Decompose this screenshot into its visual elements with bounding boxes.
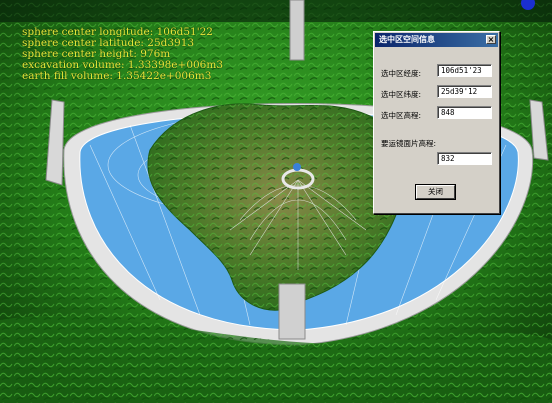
dialog-titlebar[interactable]: 选中区空间信息 × <box>375 33 498 47</box>
close-button[interactable]: 关闭 <box>416 185 455 199</box>
selection-info-dialog: 选中区空间信息 × 选中区经度: 106d51'23 选中区纬度: 25d39'… <box>373 31 500 214</box>
dialog-title: 选中区空间信息 <box>379 35 435 44</box>
longitude-label: 选中区经度: <box>381 69 422 78</box>
close-icon[interactable]: × <box>486 35 496 44</box>
tower-top <box>289 0 305 61</box>
readout-fill: earth fill volume: 1.35422e+006m3 <box>22 70 212 82</box>
latitude-label: 选中区纬度: <box>381 90 422 99</box>
mirror-height-field[interactable]: 832 <box>437 152 492 165</box>
height-label: 选中区高程: <box>381 111 422 120</box>
coordinate-readout: sphere center longitude: 106d51'22 spher… <box>22 27 223 82</box>
longitude-field[interactable]: 106d51'23 <box>437 64 492 77</box>
latitude-field[interactable]: 25d39'12 <box>437 85 492 98</box>
tower-bottom <box>278 283 306 340</box>
mirror-height-label: 要运镜面片高程: <box>381 139 437 148</box>
feed-cabin-dot <box>293 163 301 171</box>
height-field[interactable]: 848 <box>437 106 492 119</box>
